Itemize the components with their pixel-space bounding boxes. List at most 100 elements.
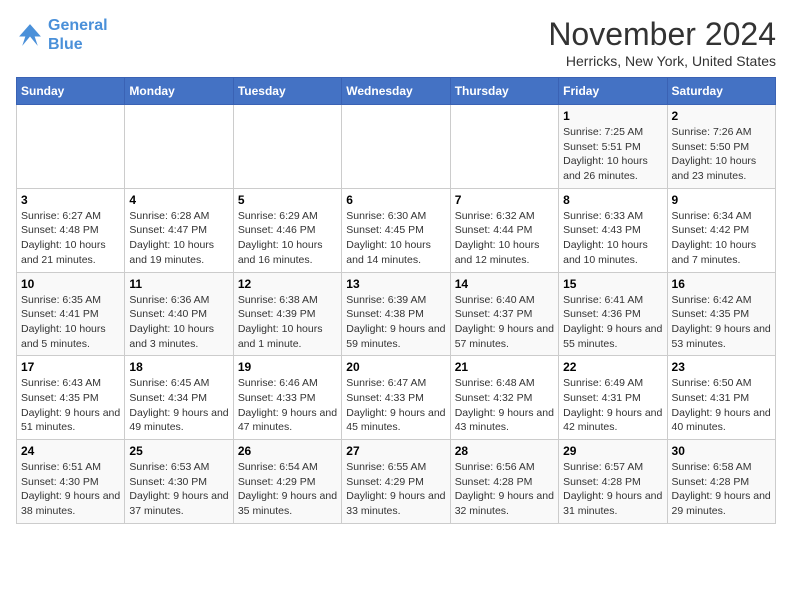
calendar-cell: 14Sunrise: 6:40 AM Sunset: 4:37 PM Dayli… (450, 272, 558, 356)
column-header-monday: Monday (125, 78, 233, 105)
day-info: Sunrise: 6:28 AM Sunset: 4:47 PM Dayligh… (129, 209, 228, 268)
calendar-cell (233, 105, 341, 189)
calendar-cell: 29 Sunrise: 6:57 AM Sunset: 4:28 PM Dayli… (559, 440, 667, 524)
calendar-cell: 4 Sunrise: 6:28 AM Sunset: 4:47 PM Daylig… (125, 188, 233, 272)
day-info: Sunrise: 6:35 AM Sunset: 4:41 PM Dayligh… (21, 293, 120, 352)
day-number: 14 (455, 277, 554, 291)
location: Herricks, New York, United States (548, 53, 776, 69)
day-info: Sunrise: 6:49 AM Sunset: 4:31 PM Dayligh… (563, 376, 662, 435)
day-info: Sunrise: 6:55 AM Sunset: 4:29 PM Dayligh… (346, 460, 445, 519)
calendar-cell (125, 105, 233, 189)
calendar-cell: 17 Sunrise: 6:43 AM Sunset: 4:35 PM Dayli… (17, 356, 125, 440)
day-number: 28 (455, 444, 554, 458)
day-info: Sunrise: 6:53 AM Sunset: 4:30 PM Dayligh… (129, 460, 228, 519)
day-number: 23 (672, 360, 771, 374)
page-header: General Blue November 2024 Herricks, New… (16, 16, 776, 69)
calendar-cell: 19 Sunrise: 6:46 AM Sunset: 4:33 PM Dayli… (233, 356, 341, 440)
column-header-tuesday: Tuesday (233, 78, 341, 105)
day-number: 16 (672, 277, 771, 291)
calendar-cell: 8 Sunrise: 6:33 AM Sunset: 4:43 PM Daylig… (559, 188, 667, 272)
calendar-cell: 30 Sunrise: 6:58 AM Sunset: 4:28 PM Dayli… (667, 440, 775, 524)
calendar-week-5: 24Sunrise: 6:51 AM Sunset: 4:30 PM Dayli… (17, 440, 776, 524)
logo-icon (16, 21, 44, 49)
day-number: 9 (672, 193, 771, 207)
day-info: Sunrise: 6:47 AM Sunset: 4:33 PM Dayligh… (346, 376, 445, 435)
column-header-sunday: Sunday (17, 78, 125, 105)
calendar-cell: 12 Sunrise: 6:38 AM Sunset: 4:39 PM Dayli… (233, 272, 341, 356)
calendar-cell: 15 Sunrise: 6:41 AM Sunset: 4:36 PM Dayli… (559, 272, 667, 356)
day-number: 29 (563, 444, 662, 458)
column-header-saturday: Saturday (667, 78, 775, 105)
calendar-cell: 6Sunrise: 6:30 AM Sunset: 4:45 PM Daylig… (342, 188, 450, 272)
day-number: 30 (672, 444, 771, 458)
calendar-cell: 7 Sunrise: 6:32 AM Sunset: 4:44 PM Daylig… (450, 188, 558, 272)
calendar-cell (450, 105, 558, 189)
day-info: Sunrise: 6:32 AM Sunset: 4:44 PM Dayligh… (455, 209, 554, 268)
day-number: 8 (563, 193, 662, 207)
calendar-cell: 16 Sunrise: 6:42 AM Sunset: 4:35 PM Dayli… (667, 272, 775, 356)
column-header-friday: Friday (559, 78, 667, 105)
month-title: November 2024 (548, 16, 776, 53)
calendar-cell: 23 Sunrise: 6:50 AM Sunset: 4:31 PM Dayli… (667, 356, 775, 440)
day-number: 4 (129, 193, 228, 207)
day-info: Sunrise: 6:27 AM Sunset: 4:48 PM Dayligh… (21, 209, 120, 268)
day-number: 7 (455, 193, 554, 207)
calendar-cell: 5 Sunrise: 6:29 AM Sunset: 4:46 PM Daylig… (233, 188, 341, 272)
day-number: 18 (129, 360, 228, 374)
day-number: 11 (129, 277, 228, 291)
calendar-cell: 13 Sunrise: 6:39 AM Sunset: 4:38 PM Dayli… (342, 272, 450, 356)
day-info: Sunrise: 6:39 AM Sunset: 4:38 PM Dayligh… (346, 293, 445, 352)
calendar-cell: 25 Sunrise: 6:53 AM Sunset: 4:30 PM Dayli… (125, 440, 233, 524)
day-info: Sunrise: 6:56 AM Sunset: 4:28 PM Dayligh… (455, 460, 554, 519)
day-info: Sunrise: 6:58 AM Sunset: 4:28 PM Dayligh… (672, 460, 771, 519)
day-info: Sunrise: 6:29 AM Sunset: 4:46 PM Dayligh… (238, 209, 337, 268)
calendar-table: SundayMondayTuesdayWednesdayThursdayFrid… (16, 77, 776, 524)
day-info: Sunrise: 6:34 AM Sunset: 4:42 PM Dayligh… (672, 209, 771, 268)
day-info: Sunrise: 6:54 AM Sunset: 4:29 PM Dayligh… (238, 460, 337, 519)
day-info: Sunrise: 6:46 AM Sunset: 4:33 PM Dayligh… (238, 376, 337, 435)
day-info: Sunrise: 7:26 AM Sunset: 5:50 PM Dayligh… (672, 125, 771, 184)
calendar-cell: 20 Sunrise: 6:47 AM Sunset: 4:33 PM Dayli… (342, 356, 450, 440)
day-number: 5 (238, 193, 337, 207)
day-number: 26 (238, 444, 337, 458)
calendar-week-3: 10Sunrise: 6:35 AM Sunset: 4:41 PM Dayli… (17, 272, 776, 356)
day-info: Sunrise: 6:51 AM Sunset: 4:30 PM Dayligh… (21, 460, 120, 519)
calendar-week-4: 17 Sunrise: 6:43 AM Sunset: 4:35 PM Dayli… (17, 356, 776, 440)
calendar-cell (17, 105, 125, 189)
calendar-cell: 3Sunrise: 6:27 AM Sunset: 4:48 PM Daylig… (17, 188, 125, 272)
day-number: 13 (346, 277, 445, 291)
logo-line1: General (48, 17, 108, 34)
day-info: Sunrise: 6:45 AM Sunset: 4:34 PM Dayligh… (129, 376, 228, 435)
day-number: 12 (238, 277, 337, 291)
day-info: Sunrise: 7:25 AM Sunset: 5:51 PM Dayligh… (563, 125, 662, 184)
column-header-wednesday: Wednesday (342, 78, 450, 105)
day-info: Sunrise: 6:48 AM Sunset: 4:32 PM Dayligh… (455, 376, 554, 435)
day-info: Sunrise: 6:57 AM Sunset: 4:28 PM Dayligh… (563, 460, 662, 519)
day-number: 25 (129, 444, 228, 458)
day-info: Sunrise: 6:33 AM Sunset: 4:43 PM Dayligh… (563, 209, 662, 268)
day-number: 19 (238, 360, 337, 374)
day-info: Sunrise: 6:41 AM Sunset: 4:36 PM Dayligh… (563, 293, 662, 352)
calendar-cell: 11 Sunrise: 6:36 AM Sunset: 4:40 PM Dayli… (125, 272, 233, 356)
title-block: November 2024 Herricks, New York, United… (548, 16, 776, 69)
day-info: Sunrise: 6:42 AM Sunset: 4:35 PM Dayligh… (672, 293, 771, 352)
calendar-cell: 24Sunrise: 6:51 AM Sunset: 4:30 PM Dayli… (17, 440, 125, 524)
day-number: 22 (563, 360, 662, 374)
day-number: 15 (563, 277, 662, 291)
calendar-header-row: SundayMondayTuesdayWednesdayThursdayFrid… (17, 78, 776, 105)
day-number: 20 (346, 360, 445, 374)
day-number: 21 (455, 360, 554, 374)
day-number: 17 (21, 360, 120, 374)
day-number: 2 (672, 109, 771, 123)
day-info: Sunrise: 6:36 AM Sunset: 4:40 PM Dayligh… (129, 293, 228, 352)
day-info: Sunrise: 6:38 AM Sunset: 4:39 PM Dayligh… (238, 293, 337, 352)
day-info: Sunrise: 6:43 AM Sunset: 4:35 PM Dayligh… (21, 376, 120, 435)
calendar-cell: 18 Sunrise: 6:45 AM Sunset: 4:34 PM Dayli… (125, 356, 233, 440)
calendar-cell: 22 Sunrise: 6:49 AM Sunset: 4:31 PM Dayli… (559, 356, 667, 440)
calendar-week-1: 1 Sunrise: 7:25 AM Sunset: 5:51 PM Daylig… (17, 105, 776, 189)
day-info: Sunrise: 6:50 AM Sunset: 4:31 PM Dayligh… (672, 376, 771, 435)
calendar-cell: 10Sunrise: 6:35 AM Sunset: 4:41 PM Dayli… (17, 272, 125, 356)
day-number: 1 (563, 109, 662, 123)
calendar-cell: 21 Sunrise: 6:48 AM Sunset: 4:32 PM Dayli… (450, 356, 558, 440)
day-info: Sunrise: 6:30 AM Sunset: 4:45 PM Dayligh… (346, 209, 445, 268)
